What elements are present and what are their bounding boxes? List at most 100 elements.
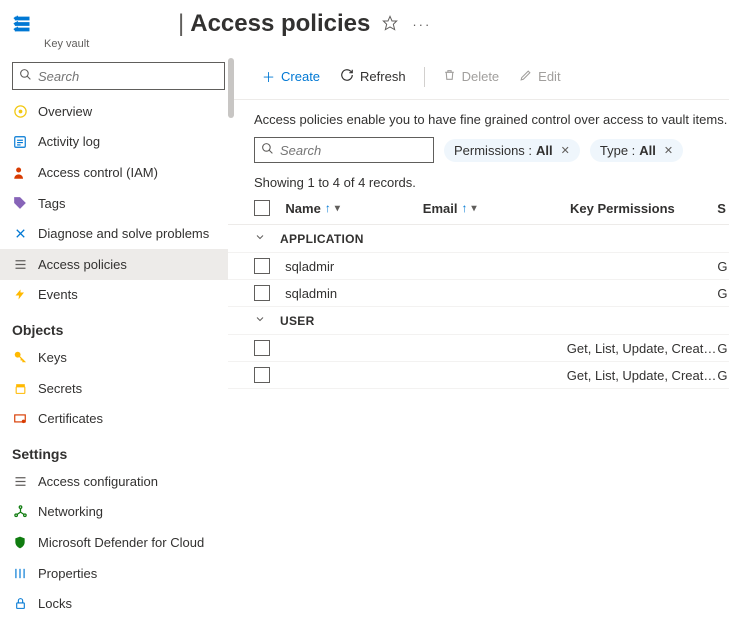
activity-log-icon <box>12 134 28 150</box>
select-all-checkbox[interactable] <box>254 200 270 216</box>
sort-asc-icon: ↑ <box>325 201 331 215</box>
diagnose-icon <box>12 226 28 242</box>
main-panel: ＋ Create Refresh Delete Edit Acc <box>228 58 729 639</box>
table-search-input[interactable] <box>278 142 460 159</box>
edit-button: Edit <box>511 64 568 90</box>
sidebar-item-label: Diagnose and solve problems <box>38 226 209 241</box>
properties-icon <box>12 565 28 581</box>
page-title: Access policies <box>190 10 370 38</box>
filter-type[interactable]: Type : All ✕ <box>590 139 683 162</box>
sidebar-section-settings: Settings <box>0 434 228 466</box>
sidebar-item-label: Access configuration <box>38 474 158 489</box>
trash-icon <box>443 68 456 85</box>
networking-icon <box>12 504 28 520</box>
sidebar-item-label: Networking <box>38 504 103 519</box>
sidebar-item-networking[interactable]: Networking <box>0 497 228 528</box>
search-icon <box>19 68 32 84</box>
sidebar-item-label: Access control (IAM) <box>38 165 158 180</box>
keys-icon <box>12 349 28 365</box>
overview-icon <box>12 103 28 119</box>
sidebar-item-activity-log[interactable]: Activity log <box>0 127 228 158</box>
toolbar-separator <box>424 67 425 87</box>
sidebar-item-label: Tags <box>38 196 65 211</box>
sidebar-item-label: Events <box>38 287 78 302</box>
chevron-down-icon: ▾ <box>335 203 340 214</box>
title-separator: | <box>178 10 184 38</box>
sidebar-item-label: Locks <box>38 596 72 611</box>
sidebar-section-objects: Objects <box>0 310 228 342</box>
table-row[interactable]: Get, List, Update, Create, ... G <box>228 362 729 389</box>
sidebar-item-label: Overview <box>38 104 92 119</box>
group-row-user[interactable]: USER <box>228 307 729 335</box>
sidebar-item-label: Secrets <box>38 381 82 396</box>
row-checkbox[interactable] <box>254 340 270 356</box>
access-policies-icon <box>12 256 28 272</box>
sidebar-item-locks[interactable]: Locks <box>0 588 228 619</box>
chevron-down-icon <box>254 313 280 328</box>
sidebar-item-certificates[interactable]: Certificates <box>0 403 228 434</box>
refresh-icon <box>340 68 354 85</box>
group-row-application[interactable]: APPLICATION <box>228 225 729 253</box>
edit-icon <box>519 69 532 85</box>
sidebar-search[interactable] <box>12 62 225 90</box>
sidebar-item-diagnose[interactable]: Diagnose and solve problems <box>0 218 228 249</box>
row-checkbox[interactable] <box>254 258 270 274</box>
resource-type-label: Key vault <box>44 38 729 50</box>
sidebar-item-keys[interactable]: Keys <box>0 342 228 373</box>
sidebar-item-label: Access policies <box>38 257 127 272</box>
scrollbar[interactable] <box>228 58 236 639</box>
favorite-icon[interactable] <box>382 15 398 34</box>
records-count: Showing 1 to 4 of 4 records. <box>228 173 729 196</box>
toolbar: ＋ Create Refresh Delete Edit <box>228 58 729 100</box>
sidebar: « Overview Activity log Access control (… <box>0 58 228 639</box>
filter-permissions[interactable]: Permissions : All ✕ <box>444 139 580 162</box>
sidebar-item-label: Microsoft Defender for Cloud <box>38 535 204 550</box>
sidebar-item-events[interactable]: Events <box>0 280 228 311</box>
search-icon <box>261 142 274 158</box>
sidebar-item-access-policies[interactable]: Access policies <box>0 249 228 280</box>
events-icon <box>12 287 28 303</box>
sidebar-item-secrets[interactable]: Secrets <box>0 373 228 404</box>
sidebar-item-tags[interactable]: Tags <box>0 188 228 219</box>
access-control-icon <box>12 164 28 180</box>
table-search[interactable] <box>254 137 434 163</box>
delete-button: Delete <box>435 63 508 90</box>
sidebar-item-properties[interactable]: Properties <box>0 558 228 589</box>
refresh-button[interactable]: Refresh <box>332 63 414 90</box>
intro-text: Access policies enable you to have fine … <box>228 100 729 137</box>
table-header: Name ↑▾ Email ↑▾ Key Permissions S <box>228 196 729 225</box>
plus-icon: ＋ <box>262 67 275 86</box>
tags-icon <box>12 195 28 211</box>
table-row[interactable]: sqladmir G <box>228 253 729 280</box>
sidebar-item-defender[interactable]: Microsoft Defender for Cloud <box>0 527 228 558</box>
col-key-permissions[interactable]: Key Permissions <box>570 201 717 216</box>
chevron-down-icon: ▾ <box>471 203 476 214</box>
close-icon[interactable]: ✕ <box>664 144 673 157</box>
sidebar-item-access-configuration[interactable]: Access configuration <box>0 466 228 497</box>
access-configuration-icon <box>12 473 28 489</box>
defender-icon <box>12 534 28 550</box>
sort-asc-icon: ↑ <box>461 201 467 215</box>
col-secret-permissions[interactable]: S <box>717 201 729 216</box>
keyvault-icon <box>12 12 36 36</box>
sidebar-item-label: Activity log <box>38 134 100 149</box>
locks-icon <box>12 596 28 612</box>
col-email[interactable]: Email ↑▾ <box>423 201 570 216</box>
sidebar-item-label: Certificates <box>38 411 103 426</box>
create-button[interactable]: ＋ Create <box>254 62 328 91</box>
sidebar-item-label: Properties <box>38 566 97 581</box>
sidebar-item-label: Keys <box>38 350 67 365</box>
secrets-icon <box>12 380 28 396</box>
sidebar-item-access-control[interactable]: Access control (IAM) <box>0 157 228 188</box>
table-row[interactable]: Get, List, Update, Create, ... G <box>228 335 729 362</box>
certificates-icon <box>12 411 28 427</box>
row-checkbox[interactable] <box>254 285 270 301</box>
row-checkbox[interactable] <box>254 367 270 383</box>
col-name[interactable]: Name ↑▾ <box>285 201 422 216</box>
sidebar-item-overview[interactable]: Overview <box>0 96 228 127</box>
close-icon[interactable]: ✕ <box>561 144 570 157</box>
table-row[interactable]: sqladmin G <box>228 280 729 307</box>
chevron-down-icon <box>254 231 280 246</box>
sidebar-search-input[interactable] <box>36 68 218 85</box>
more-icon[interactable]: ··· <box>412 17 431 32</box>
